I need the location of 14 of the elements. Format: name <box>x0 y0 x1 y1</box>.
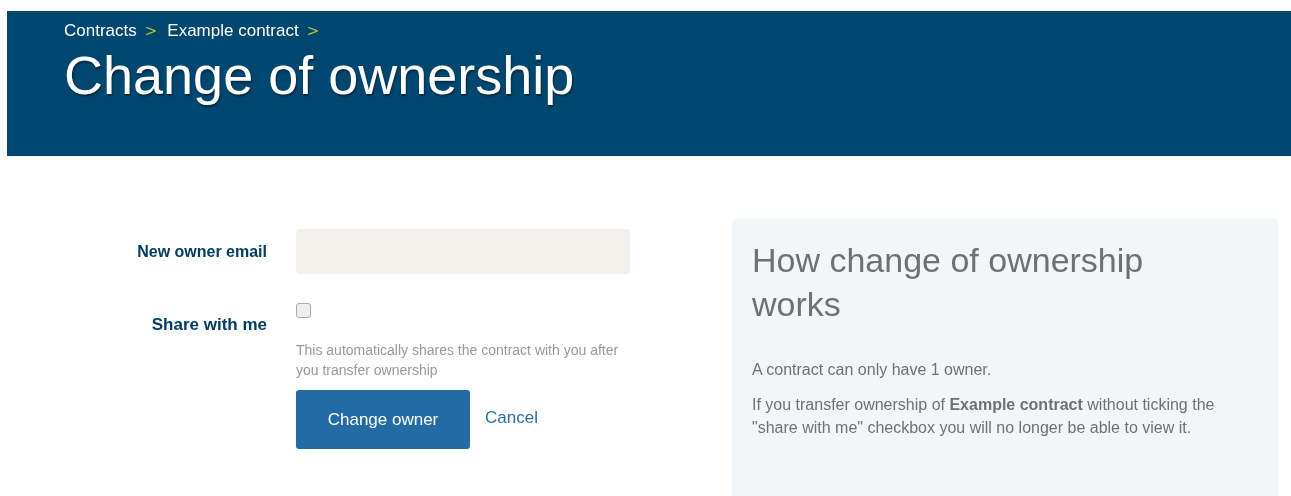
email-label: New owner email <box>136 242 267 261</box>
breadcrumb-link[interactable]: Contracts <box>64 21 137 41</box>
breadcrumb-link[interactable]: Example contract <box>167 21 299 41</box>
info-heading: How change of ownership works <box>752 240 1145 325</box>
cancel-link[interactable]: Cancel <box>485 407 538 428</box>
page-title: Change of ownership <box>64 45 576 105</box>
share-label: Share with me <box>150 314 267 335</box>
info-paragraph: If you transfer ownership of Example contract without ticking the "share with me" checkbox you will no longer be able to view it. <box>752 395 1216 438</box>
share-checkbox[interactable] <box>296 303 311 318</box>
share-hint: This automatically shares the contract with you after you transfer ownership <box>296 341 620 380</box>
info-paragraph: A contract can only have 1 owner. <box>752 360 993 380</box>
change-owner-button[interactable]: Change owner <box>296 390 470 449</box>
breadcrumb-separator: > <box>306 22 320 40</box>
breadcrumb-separator: > <box>144 22 158 40</box>
